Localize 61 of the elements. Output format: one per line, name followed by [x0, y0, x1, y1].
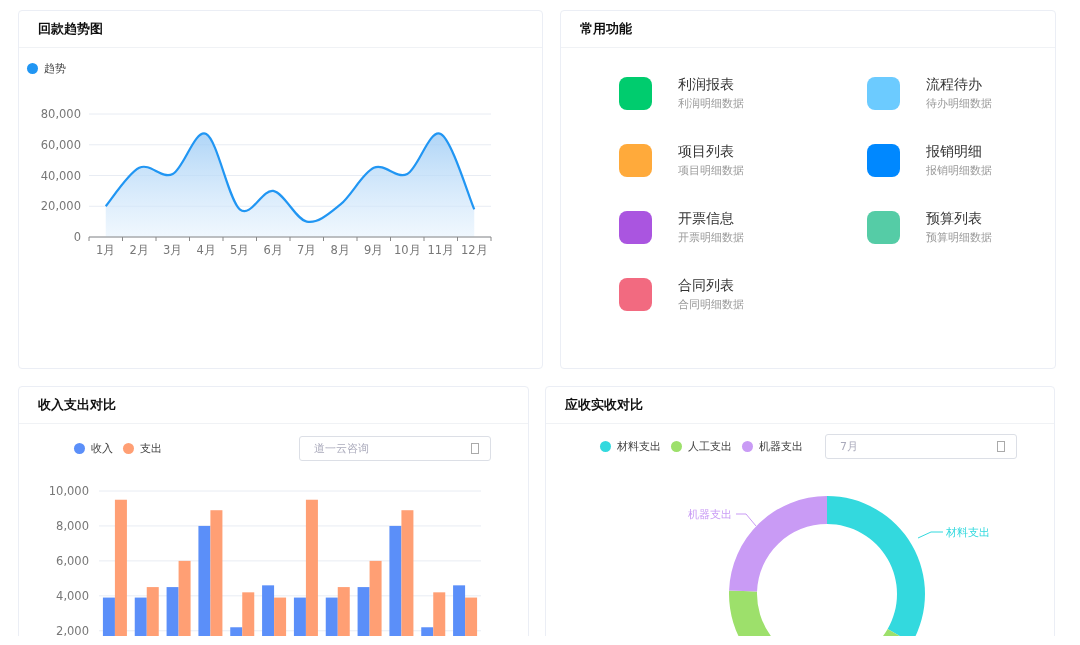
legend-label: 趋势 — [44, 60, 66, 76]
function-description: 预算明细数据 — [926, 231, 992, 245]
axis-label: 80,000 — [40, 107, 81, 121]
axis-label: 9月 — [364, 243, 384, 257]
function-link[interactable]: 开票信息 — [678, 210, 744, 228]
axis-label: 11月 — [427, 243, 455, 257]
axis-label: 12月 — [460, 243, 488, 257]
leader-line — [917, 531, 944, 539]
axis-label: 8,000 — [56, 518, 89, 533]
function-description: 待办明细数据 — [926, 97, 992, 111]
function-description: 利润明细数据 — [678, 97, 744, 111]
axis-label: 2,000 — [56, 623, 89, 636]
function-description: 项目明细数据 — [678, 164, 744, 178]
function-link[interactable]: 报销明细 — [926, 143, 992, 161]
axis-label: 7月 — [297, 243, 317, 257]
function-link[interactable]: 项目列表 — [678, 143, 744, 161]
legend-label: 支出 — [140, 440, 162, 456]
month-select[interactable]: 7月 — [825, 433, 1017, 459]
function-description: 合同明细数据 — [678, 298, 744, 312]
axis-label: 5月 — [230, 243, 250, 257]
app-tile-icon[interactable] — [619, 211, 652, 244]
axis-label: 2月 — [129, 243, 149, 257]
legend-label: 收入 — [91, 440, 113, 456]
axis-label: 60,000 — [40, 137, 81, 152]
leader-line — [735, 513, 757, 527]
app-tile-icon[interactable] — [867, 144, 900, 177]
app-tile-icon[interactable] — [867, 77, 900, 110]
panel-title: 常用功能 — [580, 20, 632, 38]
axis-label: 1月 — [96, 243, 116, 257]
app-tile-icon[interactable] — [619, 278, 652, 311]
axis-label: 10,000 — [48, 484, 89, 498]
function-link[interactable]: 合同列表 — [678, 277, 744, 295]
function-link[interactable]: 流程待办 — [926, 76, 992, 94]
axis-label: 4月 — [196, 243, 216, 257]
legend-label: 机器支出 — [759, 438, 803, 454]
legend-label: 材料支出 — [617, 438, 661, 454]
slice-label: 材料支出 — [946, 526, 990, 539]
function-description: 开票明细数据 — [678, 231, 744, 245]
legend-label: 人工支出 — [688, 438, 732, 454]
app-tile-icon[interactable] — [867, 211, 900, 244]
function-link[interactable]: 利润报表 — [678, 76, 744, 94]
app-tile-icon[interactable] — [619, 144, 652, 177]
slice-label: 机器支出 — [688, 508, 732, 521]
axis-label: 3月 — [163, 243, 183, 257]
panel-title: 应收实收对比 — [565, 396, 643, 414]
panel-title: 收入支出对比 — [38, 396, 116, 414]
axis-label: 8月 — [330, 243, 350, 257]
function-link[interactable]: 预算列表 — [926, 210, 992, 228]
axis-label: 10月 — [393, 243, 421, 257]
axis-label: 20,000 — [40, 199, 81, 214]
panel-title: 回款趋势图 — [38, 20, 103, 38]
axis-label: 40,000 — [40, 168, 81, 183]
axis-label: 0 — [73, 230, 81, 244]
box-icon — [471, 442, 479, 454]
function-description: 报销明细数据 — [926, 164, 992, 178]
box-icon — [997, 440, 1005, 452]
axis-label: 4,000 — [56, 588, 89, 603]
search-field[interactable]: 道一云咨询 — [299, 435, 491, 461]
axis-label: 6,000 — [56, 553, 89, 568]
app-tile-icon[interactable] — [619, 77, 652, 110]
axis-label: 6月 — [263, 243, 283, 257]
